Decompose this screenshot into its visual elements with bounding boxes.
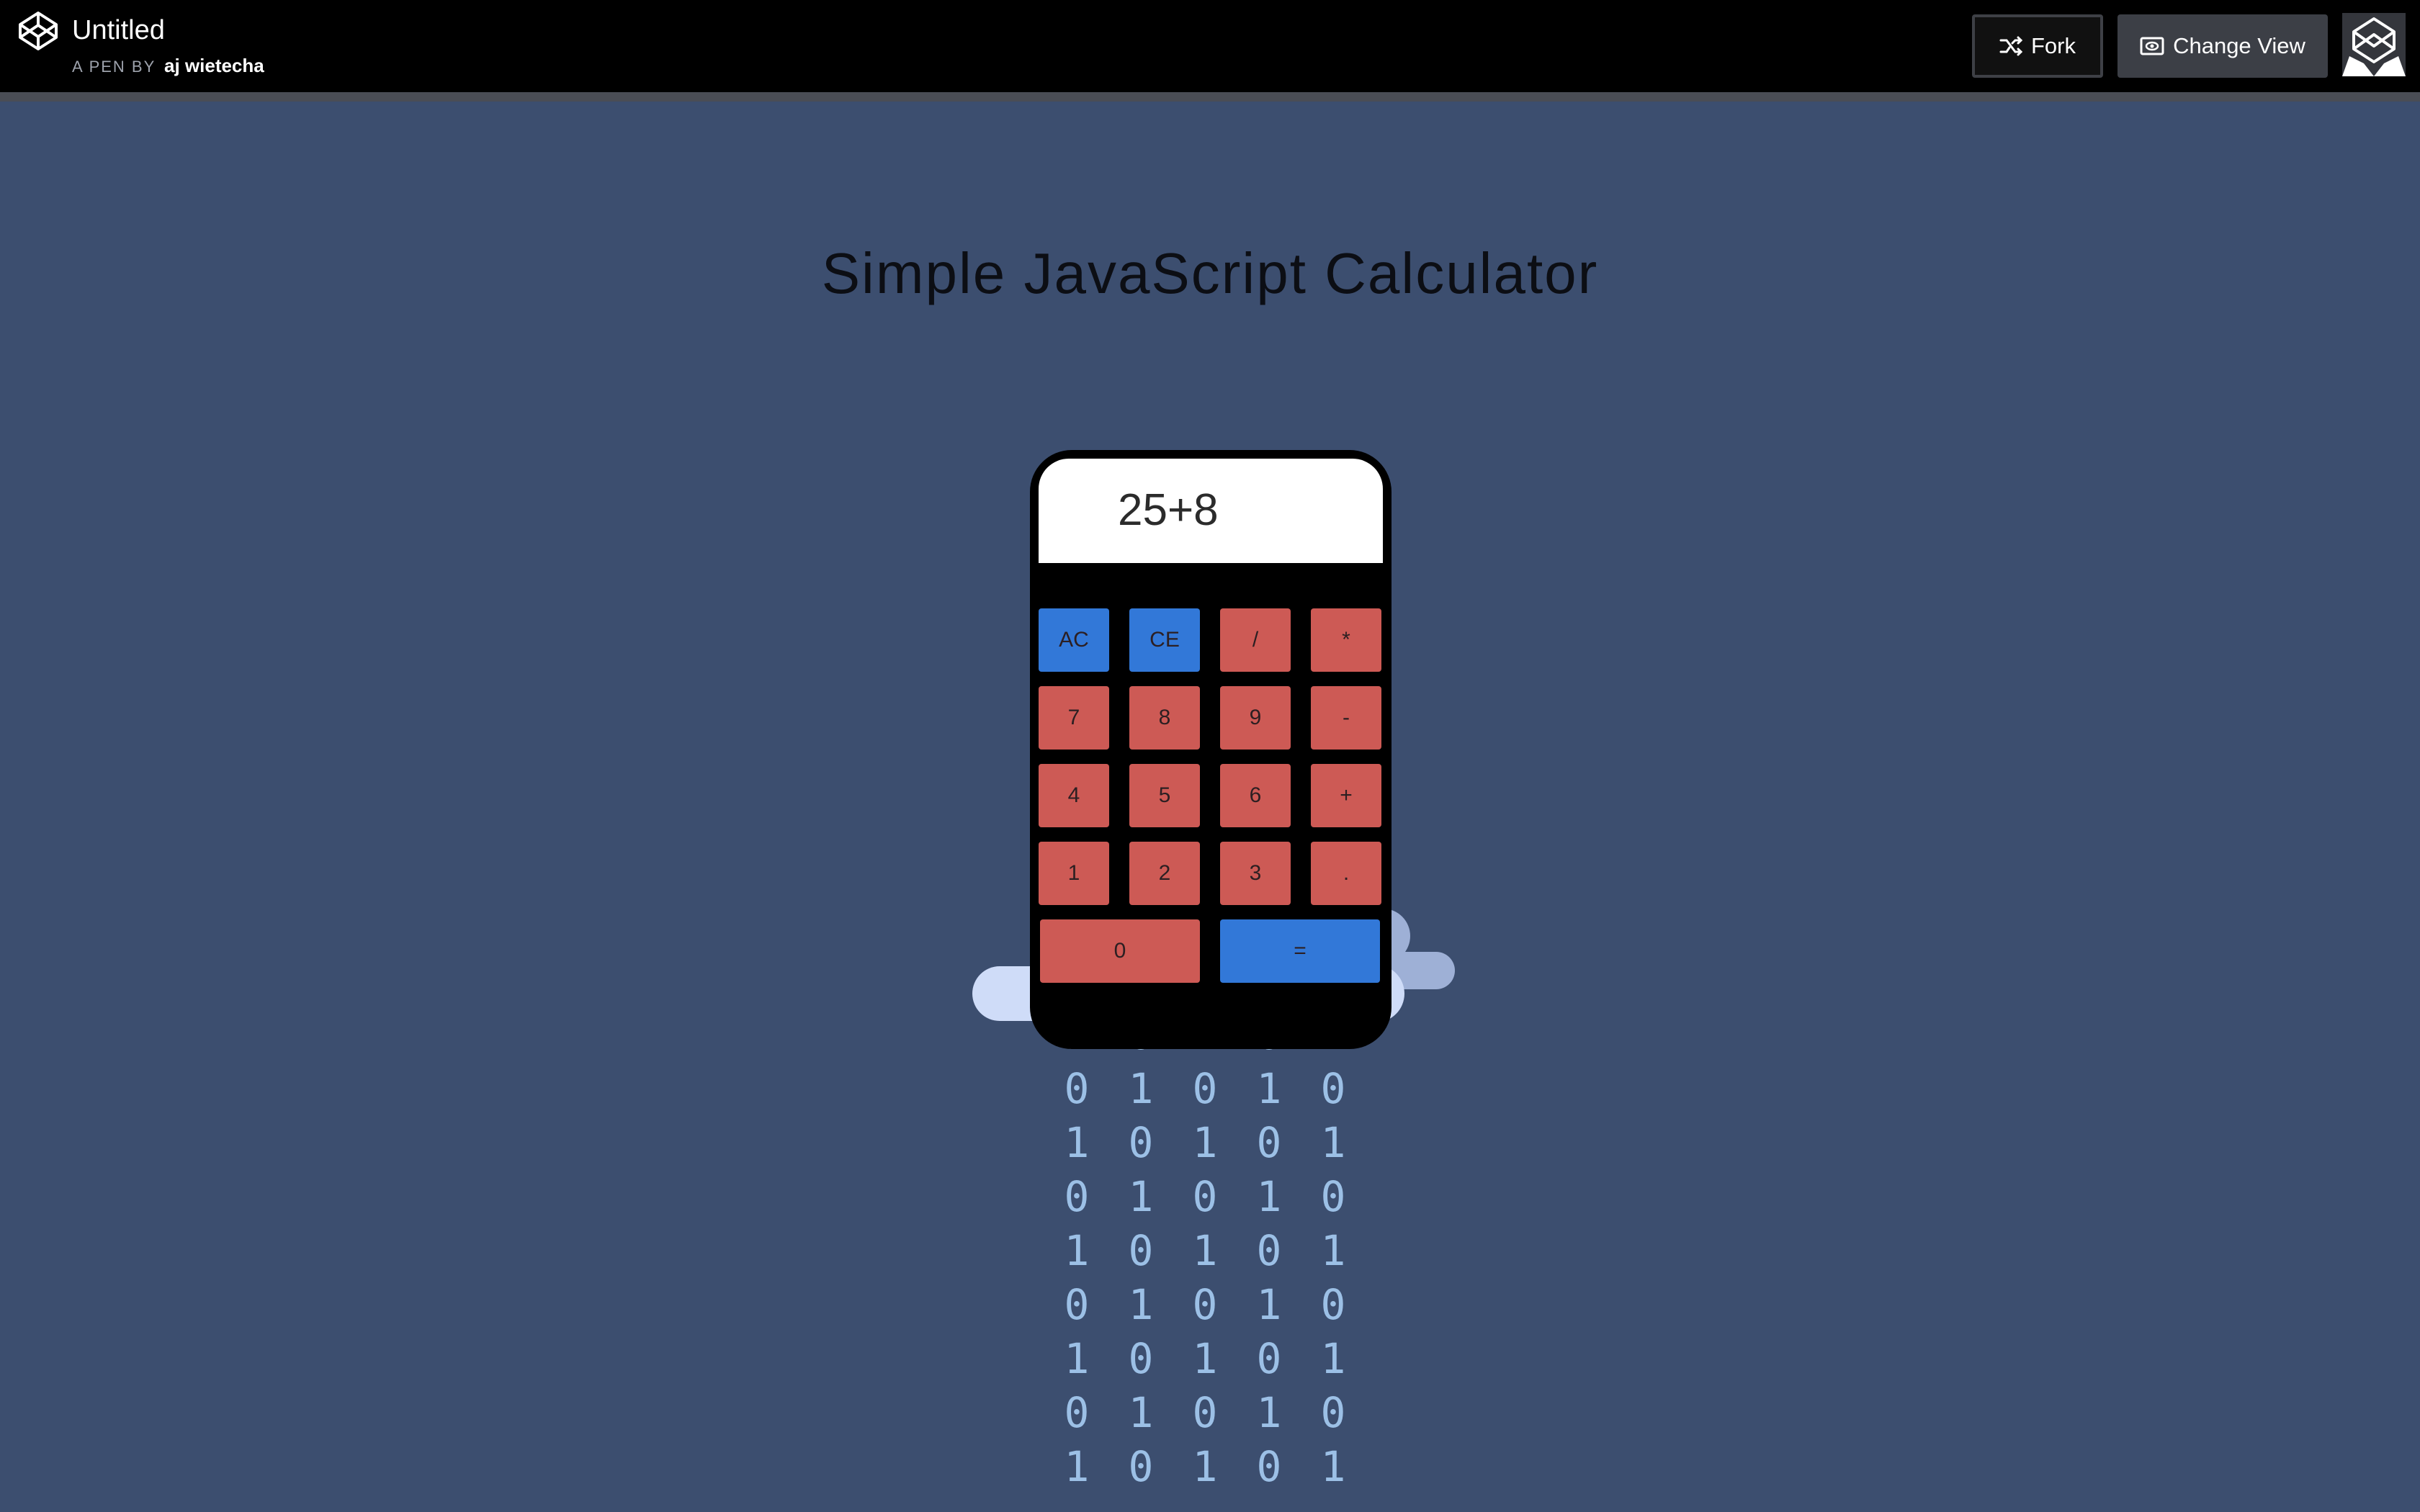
fork-label: Fork xyxy=(2031,33,2076,58)
divide-button[interactable]: / xyxy=(1220,608,1291,672)
calculator-display: 25+8 xyxy=(1039,459,1383,563)
calculator: 25+8 AC CE / * 7 8 9 - 4 5 6 + 1 2 3 . 0… xyxy=(1030,450,1392,1049)
multiply-button[interactable]: * xyxy=(1311,608,1381,672)
display-value: 25+8 xyxy=(1118,485,1219,535)
page-title: Simple JavaScript Calculator xyxy=(821,241,1599,305)
minus-button[interactable]: - xyxy=(1311,686,1381,750)
avatar-image-icon xyxy=(2342,13,2406,76)
binary-column-1: 1 0 1 0 1 0 1 0 1 xyxy=(1064,1022,1090,1491)
eight-button[interactable]: 8 xyxy=(1129,686,1200,750)
one-button[interactable]: 1 xyxy=(1039,842,1109,905)
author-link[interactable]: aj wietecha xyxy=(164,55,264,76)
pen-title[interactable]: Untitled xyxy=(72,12,165,49)
two-button[interactable]: 2 xyxy=(1129,842,1200,905)
header-divider xyxy=(0,92,2420,102)
binary-rain: 1 0 1 0 1 0 1 0 1 0 1 0 1 0 1 0 1 0 1 0 … xyxy=(1052,1022,1383,1512)
nine-button[interactable]: 9 xyxy=(1220,686,1291,750)
fork-button[interactable]: Fork xyxy=(1972,14,2103,78)
decimal-button[interactable]: . xyxy=(1311,842,1381,905)
fork-icon xyxy=(1999,36,2022,56)
four-button[interactable]: 4 xyxy=(1039,764,1109,827)
change-view-button[interactable]: Change View xyxy=(2118,14,2328,78)
three-button[interactable]: 3 xyxy=(1220,842,1291,905)
change-view-icon xyxy=(2140,37,2164,55)
user-avatar[interactable] xyxy=(2342,13,2406,76)
binary-column-4: 0 1 0 1 0 1 0 1 0 xyxy=(1256,1022,1282,1491)
pen-byline: A PEN BY aj wietecha xyxy=(72,53,264,79)
five-button[interactable]: 5 xyxy=(1129,764,1200,827)
six-button[interactable]: 6 xyxy=(1220,764,1291,827)
plus-button[interactable]: + xyxy=(1311,764,1381,827)
binary-column-2: 0 1 0 1 0 1 0 1 0 xyxy=(1128,1022,1154,1491)
binary-column-3: 1 0 1 0 1 0 1 0 1 xyxy=(1192,1022,1218,1491)
seven-button[interactable]: 7 xyxy=(1039,686,1109,750)
change-view-label: Change View xyxy=(2173,33,2305,58)
ac-button[interactable]: AC xyxy=(1039,608,1109,672)
zero-button[interactable]: 0 xyxy=(1040,919,1200,983)
codepen-header: Untitled A PEN BY aj wietecha Fork Chang… xyxy=(0,0,2420,92)
pen-by-label: A PEN BY xyxy=(72,58,156,76)
equals-button[interactable]: = xyxy=(1220,919,1380,983)
ce-button[interactable]: CE xyxy=(1129,608,1200,672)
codepen-logo-icon[interactable] xyxy=(17,10,59,52)
binary-column-5: 1 0 1 0 1 0 1 0 1 xyxy=(1320,1022,1346,1491)
